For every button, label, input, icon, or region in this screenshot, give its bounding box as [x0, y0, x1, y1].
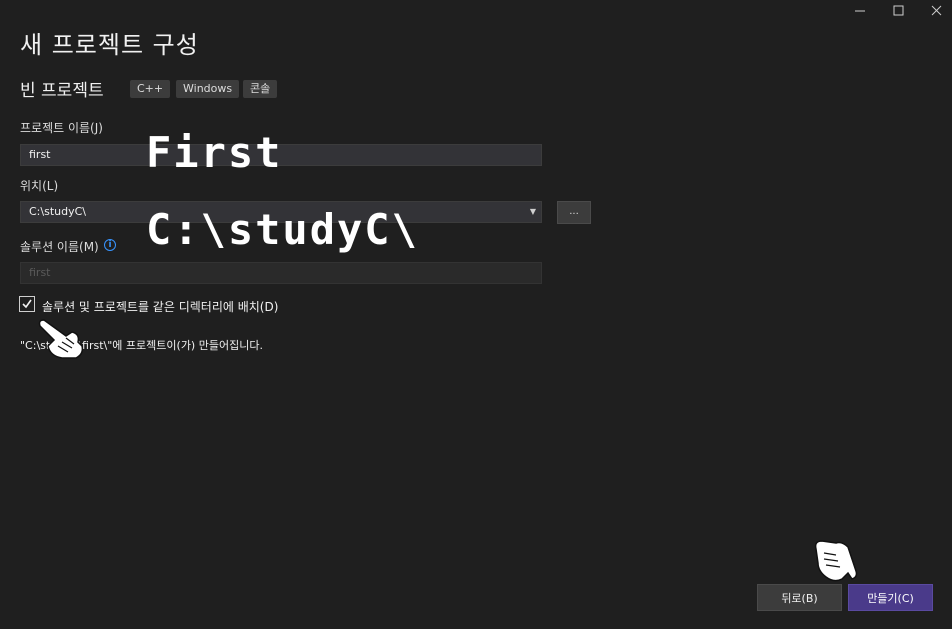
solution-name-input[interactable]: first: [20, 262, 542, 284]
annotation-name-hint: First: [146, 128, 283, 177]
checkmark-icon: [22, 299, 32, 309]
close-button[interactable]: [922, 0, 952, 22]
maximize-button[interactable]: [884, 0, 914, 22]
tag-console: 콘솔: [243, 80, 278, 98]
solution-name-label: 솔루션 이름(M): [20, 240, 99, 254]
location-value: C:\studyC\: [29, 205, 86, 218]
pointing-hand-icon: [38, 319, 84, 359]
tag-windows: Windows: [176, 80, 240, 98]
location-label: 위치(L): [20, 179, 59, 193]
minimize-icon: [855, 10, 865, 12]
pointing-hand-icon: [814, 540, 858, 582]
project-name-label: 프로젝트 이름(J): [20, 121, 103, 135]
project-name-value: first: [29, 148, 51, 161]
browse-button[interactable]: ...: [557, 201, 591, 224]
close-icon: [931, 5, 942, 16]
same-dir-checkbox[interactable]: [19, 296, 35, 312]
maximize-icon: [893, 5, 904, 16]
solution-name-placeholder: first: [29, 266, 51, 279]
tag-cpp: C++: [130, 80, 171, 98]
create-button[interactable]: 만들기(C): [848, 584, 933, 611]
info-icon[interactable]: i: [104, 239, 116, 251]
minimize-button[interactable]: [845, 0, 875, 22]
page-title: 새 프로젝트 구성: [20, 31, 199, 59]
chevron-down-icon: ▼: [529, 207, 536, 216]
template-name: 빈 프로젝트: [20, 81, 104, 101]
annotation-location-hint: C:\studyC\: [146, 205, 419, 254]
back-button[interactable]: 뒤로(B): [757, 584, 842, 611]
